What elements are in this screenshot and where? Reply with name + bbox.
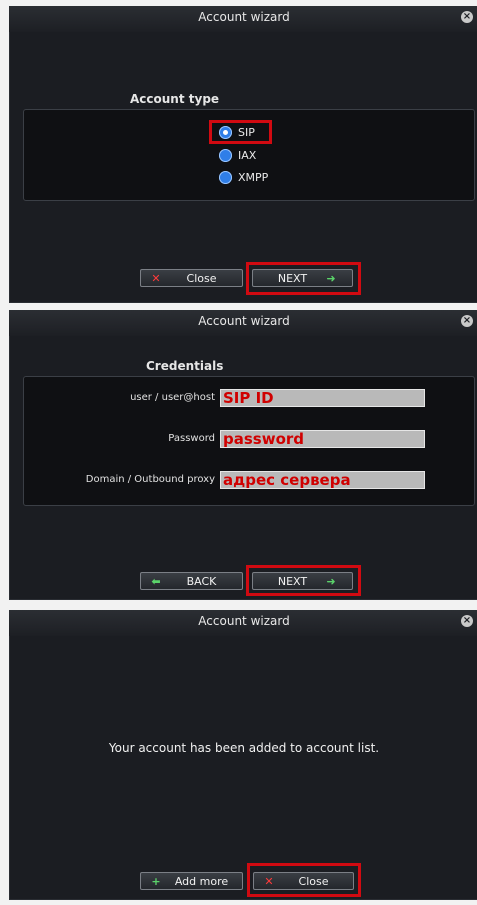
wizard-finished: Account wizard × Your account has been a… — [9, 610, 477, 900]
form-label-user: user / user@host — [130, 392, 215, 403]
window-close-icon[interactable]: × — [461, 11, 473, 23]
add-more-button[interactable]: + Add more — [140, 872, 243, 890]
form-label-password: Password — [168, 433, 215, 444]
radio-label: SIP — [238, 125, 255, 139]
section-title: Account type — [130, 92, 220, 106]
arrow-right-icon: ➜ — [326, 271, 336, 285]
arrow-left-icon: ⬅ — [151, 574, 161, 588]
section-title: Credentials — [146, 359, 224, 373]
radio-button-icon[interactable] — [219, 170, 232, 184]
status-message: Your account has been added to account l… — [108, 741, 380, 755]
radio-sip[interactable]: SIP — [219, 123, 255, 141]
arrow-right-icon: ➜ — [326, 574, 336, 588]
close-button[interactable]: ✕ Close — [253, 872, 354, 890]
window-close-icon[interactable]: × — [461, 615, 473, 627]
window-title: Account wizard — [198, 10, 290, 24]
close-button[interactable]: ✕ Close — [140, 269, 243, 287]
next-button[interactable]: NEXT ➜ — [252, 269, 353, 287]
wizard-account-type: Account wizard × Account type SIP IAX XM… — [9, 6, 477, 303]
window-title: Account wizard — [198, 614, 290, 628]
close-x-icon: ✕ — [151, 271, 161, 285]
back-button[interactable]: ⬅ BACK — [140, 572, 243, 590]
window-title: Account wizard — [198, 314, 290, 328]
form-label-domain: Domain / Outbound proxy — [85, 474, 215, 485]
radio-iax[interactable]: IAX — [219, 146, 256, 164]
plus-icon: + — [151, 874, 161, 888]
user-input[interactable]: SIP ID — [220, 389, 425, 407]
window-close-icon[interactable]: × — [461, 315, 473, 327]
radio-xmpp[interactable]: XMPP — [219, 168, 268, 186]
radio-label: XMPP — [238, 170, 269, 184]
close-x-icon: ✕ — [264, 874, 274, 888]
domain-input[interactable]: адрес сервера — [220, 471, 425, 489]
password-input[interactable]: password — [220, 430, 425, 448]
radio-label: IAX — [238, 148, 257, 162]
wizard-credentials: Account wizard × Credentials user / user… — [9, 310, 477, 600]
radio-button-icon[interactable] — [219, 148, 232, 162]
radio-button-icon[interactable] — [219, 125, 232, 139]
next-button[interactable]: NEXT ➜ — [252, 572, 353, 590]
